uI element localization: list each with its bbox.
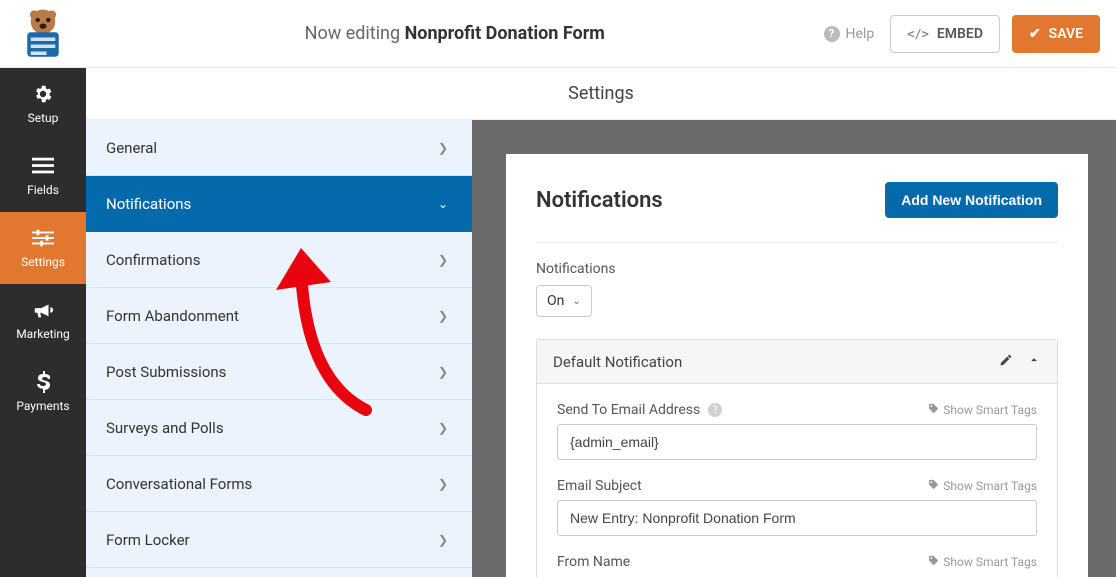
subject-label: Email Subject	[557, 478, 642, 494]
show-smart-tags-link[interactable]: Show Smart Tags	[928, 479, 1037, 493]
settings-label: Confirmations	[106, 251, 200, 269]
chevron-right-icon: ❯	[438, 477, 448, 491]
settings-label: General	[106, 139, 157, 157]
toggle-value: On	[547, 293, 564, 309]
chevron-right-icon: ❯	[438, 309, 448, 323]
panel-container: Notifications Add New Notification Notif…	[472, 120, 1116, 577]
rail-item-marketing[interactable]: Marketing	[0, 284, 86, 356]
show-smart-tags-link[interactable]: Show Smart Tags	[928, 555, 1037, 569]
settings-item-conversational-forms[interactable]: Conversational Forms ❯	[86, 456, 472, 512]
settings-item-form-abandonment[interactable]: Form Abandonment ❯	[86, 288, 472, 344]
sliders-icon	[32, 227, 54, 249]
chevron-down-icon: ⌄	[572, 296, 580, 307]
app-logo	[0, 0, 86, 68]
rail-label-payments: Payments	[16, 399, 69, 413]
settings-label: Notifications	[106, 195, 191, 213]
from-name-label: From Name	[557, 554, 630, 570]
show-smart-tags-link[interactable]: Show Smart Tags	[928, 403, 1037, 417]
rail-label-settings: Settings	[21, 255, 65, 269]
chevron-right-icon: ❯	[438, 141, 448, 155]
tag-icon	[928, 403, 939, 417]
notifications-toggle-select[interactable]: On ⌄	[536, 285, 592, 317]
add-notification-button[interactable]: Add New Notification	[885, 182, 1058, 218]
smart-tags-text: Show Smart Tags	[943, 479, 1037, 493]
settings-item-confirmations[interactable]: Confirmations ❯	[86, 232, 472, 288]
settings-label: Surveys and Polls	[106, 419, 224, 437]
help-tooltip-icon[interactable]: ?	[708, 403, 722, 417]
form-name: Nonprofit Donation Form	[405, 23, 605, 44]
rail-label-marketing: Marketing	[16, 327, 70, 341]
rail-item-payments[interactable]: Payments	[0, 356, 86, 428]
dollar-icon	[32, 371, 54, 393]
settings-label: Form Locker	[106, 531, 190, 549]
subject-input[interactable]	[557, 500, 1037, 536]
wpforms-logo-icon	[15, 6, 71, 62]
chevron-right-icon: ❯	[438, 533, 448, 547]
smart-tags-text: Show Smart Tags	[943, 555, 1037, 569]
tag-icon	[928, 479, 939, 493]
save-button[interactable]: ✔ SAVE	[1012, 15, 1100, 53]
topbar: Now editing Nonprofit Donation Form ? He…	[0, 0, 1116, 68]
check-icon: ✔	[1029, 26, 1041, 42]
collapse-icon[interactable]	[1027, 352, 1041, 371]
settings-label: Form Abandonment	[106, 307, 239, 325]
content-title-text: Settings	[568, 83, 634, 104]
embed-label: EMBED	[937, 26, 983, 42]
list-icon	[32, 155, 54, 177]
code-icon: </>	[907, 27, 929, 41]
settings-label: Conversational Forms	[106, 475, 252, 493]
rail-item-setup[interactable]: Setup	[0, 68, 86, 140]
nav-rail: Setup Fields Settings Marketing	[0, 68, 86, 577]
send-to-label-text: Send To Email Address	[557, 402, 700, 418]
chevron-right-icon: ❯	[438, 253, 448, 267]
send-to-input[interactable]	[557, 424, 1037, 460]
tag-icon	[928, 555, 939, 569]
settings-label: Post Submissions	[106, 363, 226, 381]
smart-tags-text: Show Smart Tags	[943, 403, 1037, 417]
gear-icon	[32, 83, 54, 105]
notification-card: Default Notification	[536, 339, 1058, 577]
notification-card-title: Default Notification	[553, 353, 682, 371]
editing-prefix: Now editing	[305, 23, 405, 44]
rail-item-settings[interactable]: Settings	[0, 212, 86, 284]
save-label: SAVE	[1049, 26, 1083, 42]
settings-item-notifications[interactable]: Notifications ⌄	[86, 176, 472, 232]
help-label: Help	[846, 26, 875, 42]
settings-item-form-locker[interactable]: Form Locker ❯	[86, 512, 472, 568]
embed-button[interactable]: </> EMBED	[890, 15, 1000, 53]
content-title: Settings	[86, 68, 1116, 120]
settings-item-general[interactable]: General ❯	[86, 120, 472, 176]
rail-label-fields: Fields	[27, 183, 59, 197]
rail-label-setup: Setup	[28, 111, 59, 125]
editing-title: Now editing Nonprofit Donation Form	[86, 23, 824, 44]
settings-item-post-submissions[interactable]: Post Submissions ❯	[86, 344, 472, 400]
settings-sidebar: General ❯ Notifications ⌄ Confirmations …	[86, 120, 472, 577]
chevron-down-icon: ⌄	[438, 197, 448, 211]
chevron-right-icon: ❯	[438, 421, 448, 435]
panel-title: Notifications	[536, 188, 663, 213]
edit-icon[interactable]	[999, 352, 1013, 371]
send-to-label: Send To Email Address ?	[557, 402, 722, 418]
help-link[interactable]: ? Help	[824, 26, 875, 42]
chevron-right-icon: ❯	[438, 365, 448, 379]
notifications-panel: Notifications Add New Notification Notif…	[506, 154, 1088, 577]
megaphone-icon	[32, 299, 54, 321]
rail-item-fields[interactable]: Fields	[0, 140, 86, 212]
help-icon: ?	[824, 26, 840, 42]
settings-item-surveys-polls[interactable]: Surveys and Polls ❯	[86, 400, 472, 456]
notifications-toggle-label: Notifications	[536, 261, 1058, 277]
